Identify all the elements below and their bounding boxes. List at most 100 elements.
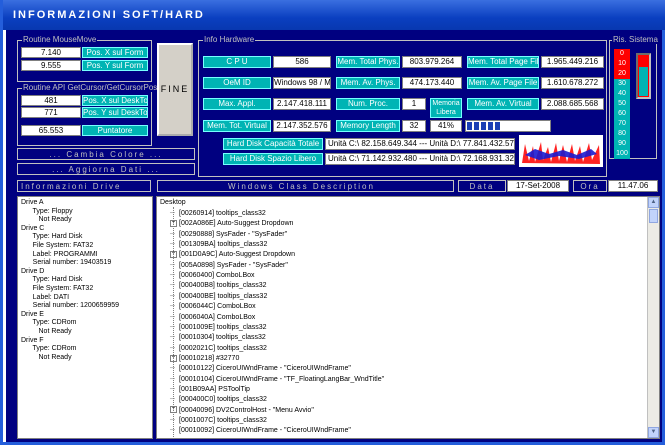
num-proc-value: 1: [402, 98, 426, 110]
tree-item[interactable]: ─ [00290888] SysFader - "SysFader": [170, 230, 287, 239]
mouse-y-value: 9.555: [21, 60, 81, 71]
memory-length-value: 32: [402, 120, 426, 132]
ris-sistema-gauge: [636, 53, 651, 99]
memoria-libera-label: Memoria Libera: [430, 98, 462, 118]
fine-button[interactable]: FINE: [157, 43, 193, 136]
tree-connector-icon: ─: [170, 375, 175, 383]
scroll-thumb[interactable]: [649, 209, 658, 223]
tree-item[interactable]: + [00040096] DV2ControlHost - "Menu Avvio…: [170, 406, 314, 415]
tree-item-label: [0001007C] tooltips_class32: [179, 417, 267, 424]
tree-item[interactable]: ─ [000400B8] tooltips_class32: [170, 281, 267, 290]
change-color-button[interactable]: ... Cambia Colore ...: [17, 148, 195, 160]
drive-info-line: Not Ready: [21, 216, 72, 224]
tree-item-label: [00040096] DV2ControlHost - "Menu Avvio": [179, 406, 314, 414]
ris-sistema-title: Ris. Sistema: [612, 35, 659, 44]
drive-info-line: Drive D: [21, 267, 45, 275]
max-appl-value: 2.147.418.111: [273, 98, 331, 110]
mem-av-page-label: Mem. Av. Page File: [467, 77, 539, 89]
hd-free-label: Hard Disk Spazio Libero: [223, 153, 323, 165]
tree-item[interactable]: ─ [0006044C] ComboLBox: [170, 302, 256, 311]
tree-item[interactable]: + [002A086E] Auto-Suggest Dropdown: [170, 219, 293, 228]
num-proc-label: Num. Proc.: [336, 98, 400, 110]
tree-item[interactable]: ─ [00010104] CiceroUIWndFrame - "TF_Float…: [170, 375, 384, 384]
drive-info-line: Not Ready: [21, 353, 72, 361]
tree-item-label: [005A0898] SysFader - "SysFader": [179, 261, 288, 269]
tree-item[interactable]: + [00010218] #32770: [170, 354, 239, 363]
drive-info-line: Type: Floppy: [21, 207, 73, 215]
oem-id-label: OeM ID: [203, 77, 271, 89]
scroll-up-arrow-icon[interactable]: ▲: [648, 197, 659, 208]
tree-item[interactable]: + [001D0A9C] Auto-Suggest Dropdown: [170, 250, 295, 259]
drive-info-line: Drive E: [21, 310, 44, 318]
ris-scale-cell: 100: [614, 149, 630, 159]
refresh-data-button[interactable]: ... Aggiorna Dati ...: [17, 163, 195, 175]
hardware-group: Info Hardware C P U 586 OeM ID Windows 9…: [198, 35, 607, 177]
drive-info-line: Type: Hard Disk: [21, 276, 83, 284]
max-appl-label: Max. Appl.: [203, 98, 271, 110]
tree-item[interactable]: ─ [000400BE] tooltips_class32: [170, 292, 267, 301]
window-title: INFORMAZIONI SOFT/HARD: [13, 9, 205, 21]
memoria-libera-progress-fill: [467, 122, 501, 130]
window-class-tree[interactable]: Desktop ─ [00260914] tooltips_class32 + [00…: [156, 196, 660, 439]
tree-item[interactable]: ─ [0001007C] tooltips_class32: [170, 416, 267, 425]
tree-item[interactable]: ─ [00010304] tooltips_class32: [170, 333, 266, 342]
tree-item[interactable]: ─ [0002021C] tooltips_class32: [170, 344, 267, 353]
tree-item-label: [0002021C] tooltips_class32: [179, 344, 267, 352]
tree-item-label: [0001009E] tooltips_class32: [179, 323, 267, 331]
tree-connector-icon: ─: [170, 292, 175, 300]
tree-item[interactable]: ─ [00010122] CiceroUIWndFrame - "CiceroUI…: [170, 364, 351, 373]
api-x-value: 481: [21, 95, 81, 106]
mem-tot-virtual-label: Mem. Tot. Virtual: [203, 120, 271, 132]
tree-scrollbar[interactable]: ▲ ▼: [647, 197, 659, 438]
time-value: 11.47.06: [608, 180, 658, 192]
ris-scale-cell: 80: [614, 129, 630, 139]
ris-sistema-gauge-fill: [639, 66, 648, 96]
drive-info-line: Type: Hard Disk: [21, 233, 83, 241]
ris-scale-cell: 60: [614, 109, 630, 119]
tree-item[interactable]: ─ [001B09AA] PSToolTip: [170, 385, 250, 394]
ris-sistema-group: Ris. Sistema 0 10 20 30 40 50 60 70 80 90 100: [609, 35, 659, 159]
time-label: Ora: [573, 180, 607, 192]
hardware-title: Info Hardware: [203, 35, 256, 44]
scroll-down-arrow-icon[interactable]: ▼: [648, 427, 659, 438]
drive-info-line: Serial number: 1200659959: [21, 302, 120, 310]
api-group: Routine API GetCursor/GetCursorPos 481 P…: [17, 83, 159, 146]
drive-info-line: Not Ready: [21, 327, 72, 335]
drive-info-panel[interactable]: Drive A Type: Floppy Not Ready Drive C Ty…: [17, 196, 153, 439]
tree-item[interactable]: ─ [000400C0] tooltips_class32: [170, 395, 267, 404]
tree-item[interactable]: ─ [001309BA] tooltips_class32: [170, 240, 267, 249]
tree-connector-icon: ─: [170, 241, 175, 249]
ris-scale-cell: 50: [614, 99, 630, 109]
tree-item-label: [0006044C] ComboLBox: [179, 303, 256, 311]
mouse-x-label: Pos. X sul Form: [82, 47, 148, 58]
tree-item[interactable]: ─ [0006040A] ComboLBox: [170, 313, 255, 322]
drive-info-line: File System: FAT32: [21, 241, 94, 249]
api-y-value: 771: [21, 107, 81, 118]
tree-item[interactable]: ─ [00260914] tooltips_class32: [170, 209, 266, 218]
tree-item[interactable]: ─ [005A0898] SysFader - "SysFader": [170, 261, 288, 270]
drive-info-line: Drive C: [21, 224, 45, 232]
main-panel: Routine MouseMove 7.140 Pos. X sul Form …: [6, 30, 662, 442]
drive-info-line: File System: FAT32: [21, 284, 94, 292]
tree-item-label: [00290888] SysFader - "SysFader": [179, 230, 288, 238]
ris-scale-cell: 70: [614, 119, 630, 129]
mem-av-virtual-label: Mem. Av. Virtual: [467, 98, 539, 110]
tree-item[interactable]: ─ [0001009E] tooltips_class32: [170, 323, 267, 332]
mouse-y-label: Pos. Y sul Form: [82, 60, 148, 71]
drive-info-line: Label: PROGRAMMI: [21, 250, 98, 258]
tree-item[interactable]: ─ [00060400] ComboLBox: [170, 271, 255, 280]
tree-connector-icon: ─: [170, 230, 175, 238]
ris-scale-cell: 40: [614, 89, 630, 99]
ris-sistema-scale: 0 10 20 30 40 50 60 70 80 90 100: [614, 49, 630, 159]
title-bar[interactable]: INFORMAZIONI SOFT/HARD: [3, 0, 665, 30]
tree-item-label: [001309BA] tooltips_class32: [179, 241, 268, 249]
tree-item[interactable]: ─ [00010092] CiceroUIWndFrame - "CiceroUI…: [170, 426, 351, 435]
tree-item-label: [00010304] tooltips_class32: [179, 334, 266, 342]
tree-connector-icon: ─: [170, 303, 175, 311]
mem-total-page-value: 1.965.449.216: [541, 56, 604, 68]
tree-connector-icon: ─: [170, 282, 175, 290]
tree-item-label: [00060400] ComboLBox: [179, 272, 255, 280]
hd-free-value: Unità C:\ 71.142.932.480 --- Unità D:\ 7…: [325, 153, 515, 165]
hd-total-label: Hard Disk Capacità Totale: [223, 138, 323, 150]
class-description-header: Windows Class Description: [157, 180, 454, 192]
